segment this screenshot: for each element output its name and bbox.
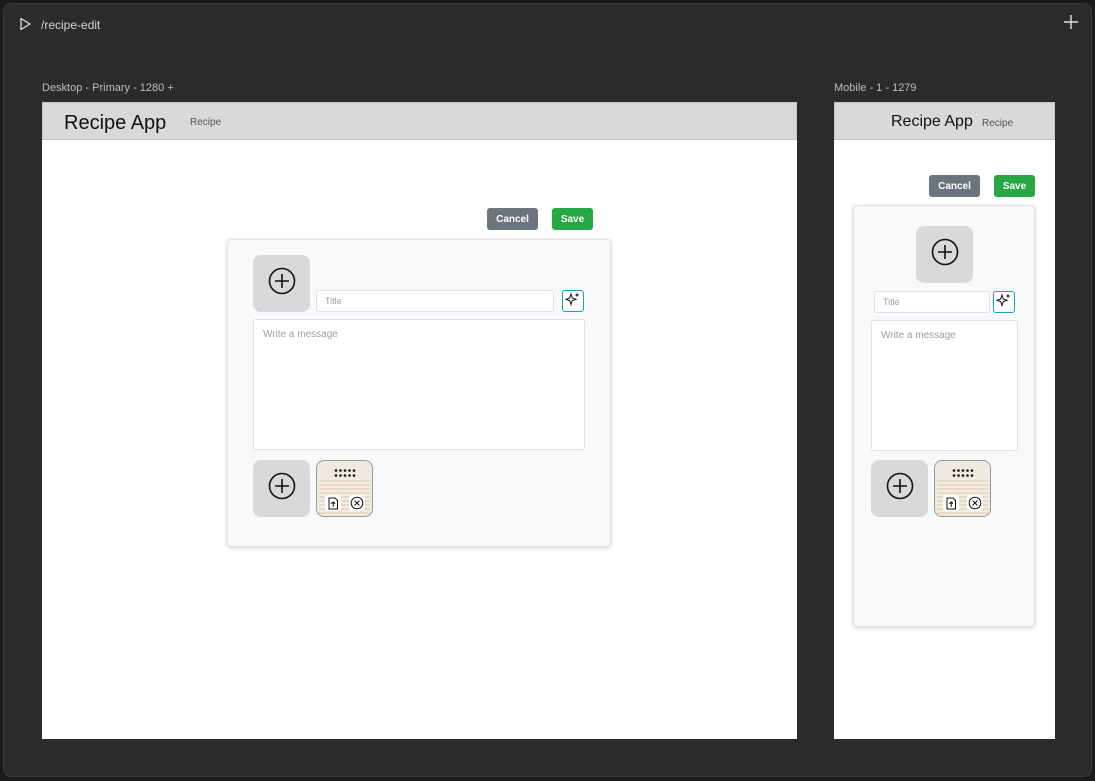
attachment-thumbnail [316,460,373,517]
mobile-frame: Recipe App Recipe Cancel Save Title Writ… [834,102,1055,739]
route-path: /recipe-edit [41,18,101,32]
add-attachment-button[interactable] [871,460,928,517]
drag-handle-icon[interactable] [951,465,975,477]
plus-circle-icon [885,471,915,506]
add-cover-image-button[interactable] [916,226,973,283]
file-upload-icon[interactable] [943,495,959,511]
sparkles-icon [995,292,1012,313]
plus-icon[interactable] [1063,14,1079,30]
topbar: /recipe-edit [4,4,1091,44]
ai-generate-button[interactable] [562,290,584,312]
message-textarea[interactable]: Write a message [871,320,1018,451]
app-subtitle: Recipe [190,117,222,128]
drag-handle-icon[interactable] [333,465,357,477]
mobile-frame-label: Mobile - 1 - 1279 [834,82,917,94]
file-upload-icon[interactable] [325,495,341,511]
plus-circle-icon [267,266,297,301]
attachment-thumbnail [934,460,991,517]
app-header: Recipe App Recipe [834,102,1055,140]
add-cover-image-button[interactable] [253,255,310,312]
add-attachment-button[interactable] [253,460,310,517]
plus-circle-icon [930,237,960,272]
app-title: Recipe App [891,113,973,130]
desktop-frame-label: Desktop - Primary - 1280 + [42,82,174,94]
cancel-button[interactable]: Cancel [487,208,538,230]
save-button[interactable]: Save [994,175,1035,197]
save-button[interactable]: Save [552,208,593,230]
recipe-form-card: Title Write a message [853,205,1035,627]
cancel-button[interactable]: Cancel [929,175,980,197]
message-textarea[interactable]: Write a message [253,319,585,450]
plus-circle-icon [267,471,297,506]
play-icon[interactable] [18,17,32,31]
title-input[interactable]: Title [316,290,554,312]
app-subtitle: Recipe [982,118,1014,129]
app-title: Recipe App [64,112,167,134]
x-circle-icon[interactable] [967,495,983,511]
x-circle-icon[interactable] [349,495,365,511]
ai-generate-button[interactable] [993,291,1015,313]
recipe-form-card: Title Write a message [227,239,611,547]
sparkles-icon [564,291,581,312]
title-input[interactable]: Title [874,291,990,313]
desktop-frame: Recipe App Recipe Cancel Save Title Writ… [42,102,797,739]
app-header: Recipe App Recipe [42,102,797,140]
editor-window: /recipe-edit Desktop - Primary - 1280 + … [3,3,1092,777]
